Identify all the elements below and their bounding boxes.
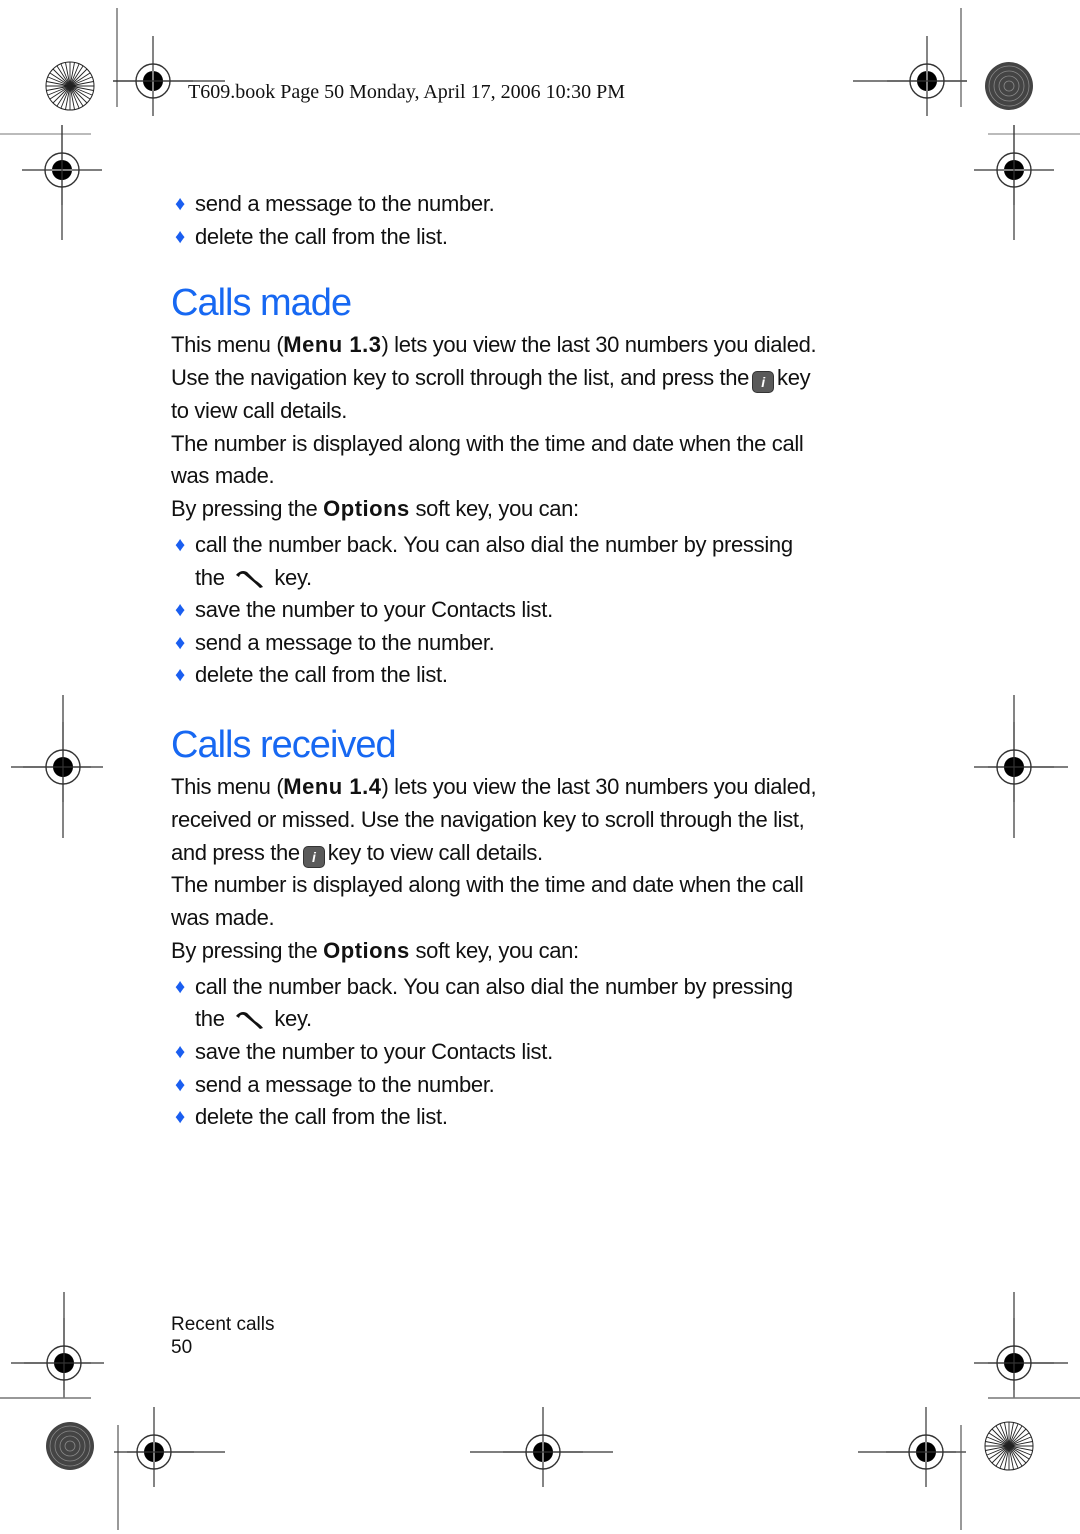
paragraph: The number is displayed along with the t…: [171, 430, 804, 489]
list-item: ♦ save the number to your Contacts list.: [171, 594, 901, 627]
list-item: ♦ save the number to your Contacts list.: [171, 1036, 901, 1069]
bullet-diamond-icon: ♦: [175, 664, 185, 687]
paragraph: This menu (Menu 1.4) lets you view the l…: [171, 771, 901, 869]
bullet-diamond-icon: ♦: [175, 193, 185, 215]
list-item: ♦ send a message to the number.: [171, 627, 901, 660]
section-calls-received: Calls received This menu (Menu 1.4) lets…: [171, 721, 901, 1134]
paragraph: By pressing the Options soft key, you ca…: [171, 937, 579, 963]
list-item: ♦ delete the call from the list.: [171, 1101, 901, 1134]
options-softkey-label: Options: [323, 937, 410, 963]
paragraph: This menu (Menu 1.3) lets you view the l…: [171, 332, 817, 423]
page-content: ♦ send a message to the number. ♦ delete t…: [171, 188, 901, 1134]
menu-reference: Menu 1.3: [283, 332, 382, 358]
options-list: ♦ call the number back. You can also dial…: [171, 529, 901, 692]
bullet-diamond-icon: ♦: [175, 599, 185, 622]
page-footer: Recent calls 50: [171, 1313, 275, 1359]
info-key-icon: i: [752, 370, 775, 393]
bullet-diamond-icon: ♦: [175, 631, 185, 654]
list-item: ♦ call the number back. You can also dial…: [171, 971, 901, 1036]
list-item: ♦ delete the call from the list.: [171, 659, 901, 692]
print-header: T609.book Page 50 Monday, April 17, 2006…: [188, 81, 626, 103]
section-title: Calls made: [171, 282, 352, 325]
paragraph: By pressing the Options soft key, you ca…: [171, 496, 579, 522]
bullet-diamond-icon: ♦: [175, 1040, 185, 1063]
paragraph: The number is displayed along with the t…: [171, 872, 804, 931]
page-number: 50: [171, 1337, 193, 1358]
list-item: ♦ send a message to the number.: [171, 188, 901, 221]
list-item: ♦ delete the call from the list.: [171, 221, 901, 254]
list-item: ♦ send a message to the number.: [171, 1069, 901, 1102]
list-item: ♦ call the number back. You can also dial…: [171, 529, 901, 594]
call-key-icon: [235, 570, 263, 588]
bullet-diamond-icon: ♦: [175, 975, 185, 998]
section-calls-made: Calls made This menu (Menu 1.3) lets you…: [171, 279, 901, 692]
call-key-icon: [235, 1012, 263, 1030]
options-list: ♦ call the number back. You can also dial…: [171, 971, 901, 1134]
info-key-icon: i: [302, 845, 325, 868]
options-softkey-label: Options: [323, 496, 410, 522]
bullet-diamond-icon: ♦: [175, 1106, 185, 1129]
section-title: Calls received: [171, 723, 397, 766]
footer-section-name: Recent calls: [171, 1314, 275, 1335]
bullet-diamond-icon: ♦: [175, 225, 185, 248]
bullet-diamond-icon: ♦: [175, 1073, 185, 1096]
bullet-diamond-icon: ♦: [175, 533, 185, 556]
menu-reference: Menu 1.4: [283, 773, 382, 799]
